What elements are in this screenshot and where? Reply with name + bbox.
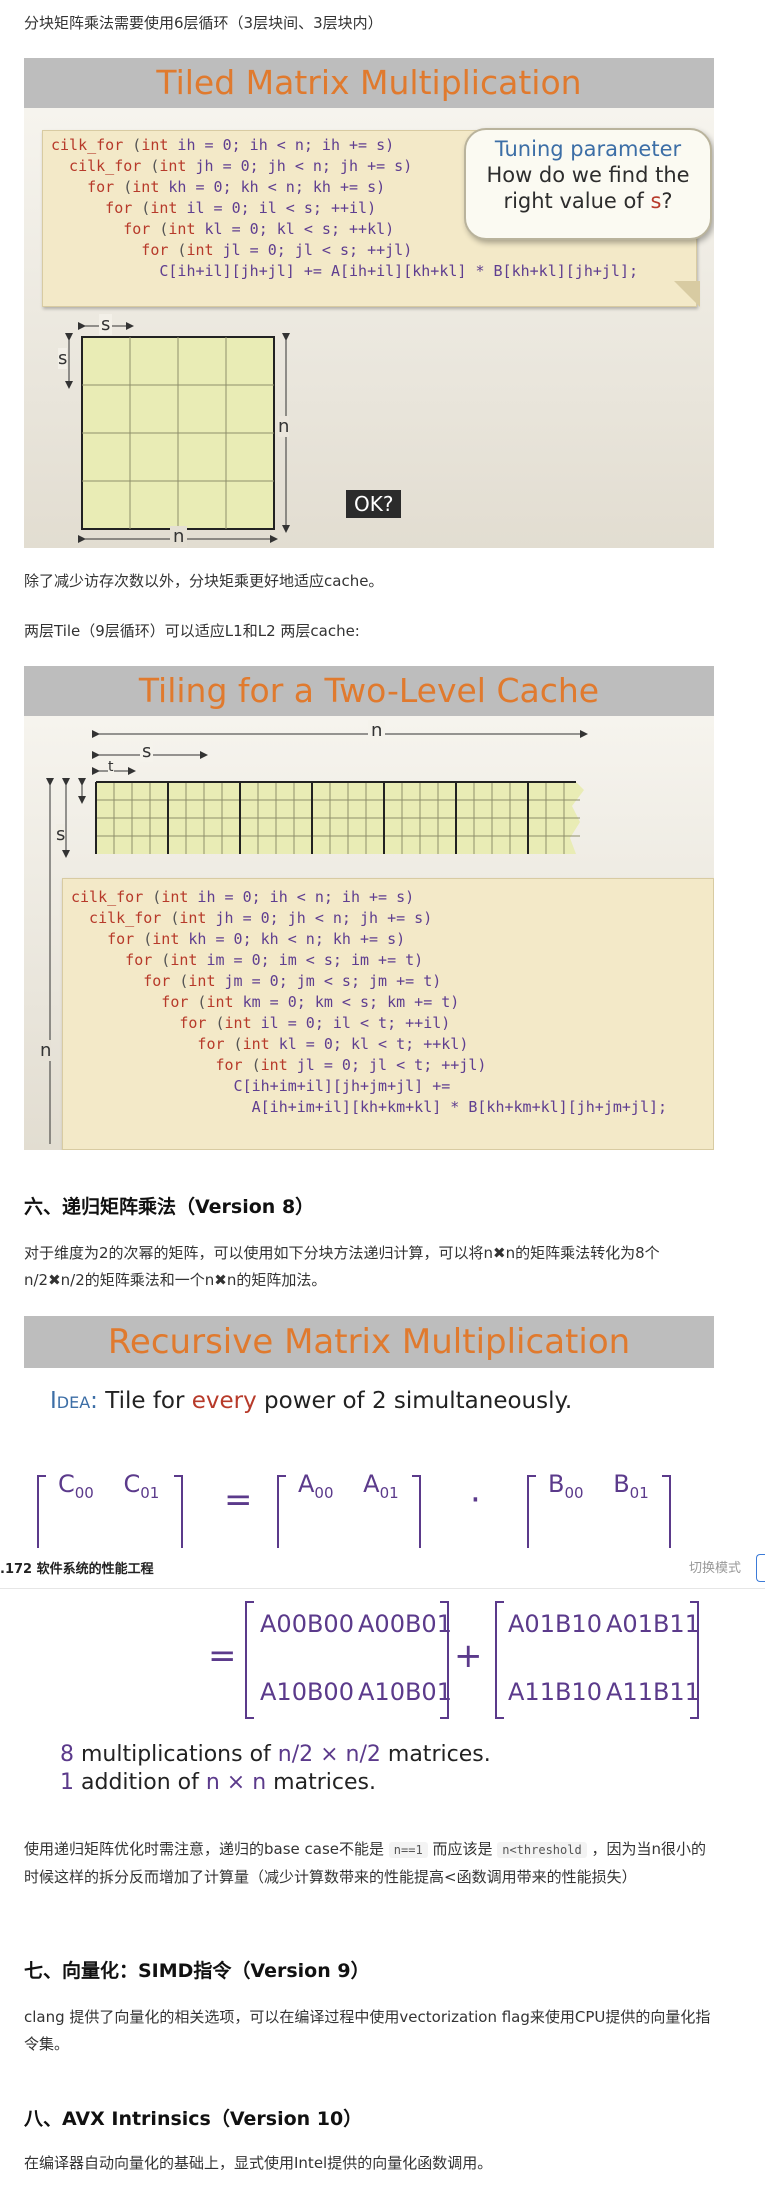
term1-r2c1: A10B00 (260, 1678, 354, 1706)
tiled-grid-diagram (65, 322, 290, 543)
s-top-label: s (140, 741, 154, 762)
term2-r2c2: A11B11 (606, 1678, 700, 1706)
term1-r1c1: A00B00 (260, 1610, 354, 1638)
addition-line: 1 addition of n × n matrices. (60, 1770, 376, 1795)
code-line: cilk_for (int ih = 0; ih < n; ih += s) (71, 888, 415, 906)
intro-text: 分块矩阵乘法需要使用6层循环（3层块间、3层块内） (24, 14, 383, 32)
two-level-text: 两层Tile（9层循环）可以适应L1和L2 两层cache: (24, 622, 360, 640)
section8-text: 在编译器自动向量化的基础上，显式使用Intel提供的向量化函数调用。 (24, 2154, 493, 2172)
b01: B01 (613, 1470, 649, 1502)
section7-text: clang 提供了向量化的相关选项，可以在编译过程中使用vectorizatio… (24, 2008, 711, 2053)
section6-heading: 六、递归矩阵乘法（Version 8） (24, 1196, 315, 1218)
n-right-label: n (278, 416, 290, 437)
section6-text: 对于维度为2的次幂的矩阵，可以使用如下分块方法递归计算，可以将n✖n的矩阵乘法转… (24, 1244, 660, 1289)
tab-bar: .172 软件系统的性能工程 切换模式 (0, 1548, 765, 1589)
inline-code-threshold: n<threshold (497, 1842, 587, 1858)
slide-recursive-top: Recursive Matrix Multiplication Idea: Ti… (24, 1316, 714, 1548)
equals: = (208, 1636, 237, 1676)
switch-mode-button[interactable]: 切换模式 (689, 1557, 741, 1576)
plus: + (454, 1636, 483, 1676)
c00: C00 (58, 1470, 94, 1502)
s-left-label: s (56, 824, 66, 845)
code-line: A[ih+im+il][kh+km+kl] * B[kh+km+kl][jh+j… (71, 1098, 668, 1116)
n-bottom-label: n (170, 526, 188, 547)
matrix-C: C00 C01 (58, 1470, 159, 1502)
term1-r2c2: A10B01 (358, 1678, 452, 1706)
c01: C01 (123, 1470, 160, 1502)
slide-recursive-bottom: = A00B00 A00B01 A10B00 A10B01 + A01B10 A… (24, 1600, 714, 1810)
code-line: for (int im = 0; im < s; im += t) (71, 951, 424, 969)
matrix-brackets (37, 1475, 671, 1548)
t-top-label: t (108, 759, 114, 775)
a01: A01 (363, 1470, 399, 1502)
section8-heading: 八、AVX Intrinsics（Version 10） (24, 2108, 363, 2130)
slide-tiled-matrix: Tiled Matrix Multiplication cilk_for (in… (24, 58, 714, 548)
code-line: C[ih+im+il][jh+jm+jl] += (71, 1077, 451, 1095)
multiplications-line: 8 multiplications of n/2 × n/2 matrices. (60, 1742, 491, 1767)
term2-r1c1: A01B10 (508, 1610, 602, 1638)
s-left-label: s (58, 348, 68, 369)
n-left-label: n (40, 1040, 52, 1061)
code-block: cilk_for (int ih = 0; ih < n; ih += s) c… (62, 878, 714, 1150)
matrix-B: B00 B01 (548, 1470, 649, 1502)
inline-code-n1: n==1 (388, 1842, 428, 1858)
a00: A00 (298, 1470, 334, 1502)
term1-r1c2: A00B01 (358, 1610, 452, 1638)
matrix-A: A00 A01 (298, 1470, 399, 1502)
code-line: for (int kh = 0; kh < n; kh += s) (71, 930, 406, 948)
cache-text: 除了减少访存次数以外，分块矩乘更好地适应cache。 (24, 572, 384, 590)
code-line: for (int kl = 0; kl < t; ++kl) (71, 1035, 469, 1053)
dot-operator: · (470, 1480, 481, 1520)
code-line: for (int km = 0; km < s; km += t) (71, 993, 460, 1011)
code-line: cilk_for (int jh = 0; jh < n; jh += s) (71, 909, 433, 927)
term2-r2c1: A11B10 (508, 1678, 602, 1706)
ok-badge: OK? (346, 490, 402, 518)
n-top-label: n (368, 720, 386, 741)
b00: B00 (548, 1470, 584, 1502)
section7-heading: 七、向量化：SIMD指令（Version 9） (24, 1960, 370, 1982)
code-line: for (int il = 0; il < t; ++il) (71, 1014, 451, 1032)
code-line: for (int jm = 0; jm < s; jm += t) (71, 972, 442, 990)
s-top-label: s (99, 314, 113, 335)
code-line: for (int jl = 0; jl < t; ++jl) (71, 1056, 487, 1074)
term2-r1c2: A01B11 (606, 1610, 700, 1638)
base-case-text: 使用递归矩阵优化时需注意，递归的base case不能是 n==1 而应该是 n… (24, 1840, 706, 1886)
slide-two-level-cache: Tiling for a Two-Level Cache n s t s n c… (24, 666, 714, 1150)
mode-toggle-edge[interactable] (756, 1554, 765, 1582)
equals: = (224, 1480, 253, 1520)
tab-title[interactable]: .172 软件系统的性能工程 (0, 1558, 154, 1577)
